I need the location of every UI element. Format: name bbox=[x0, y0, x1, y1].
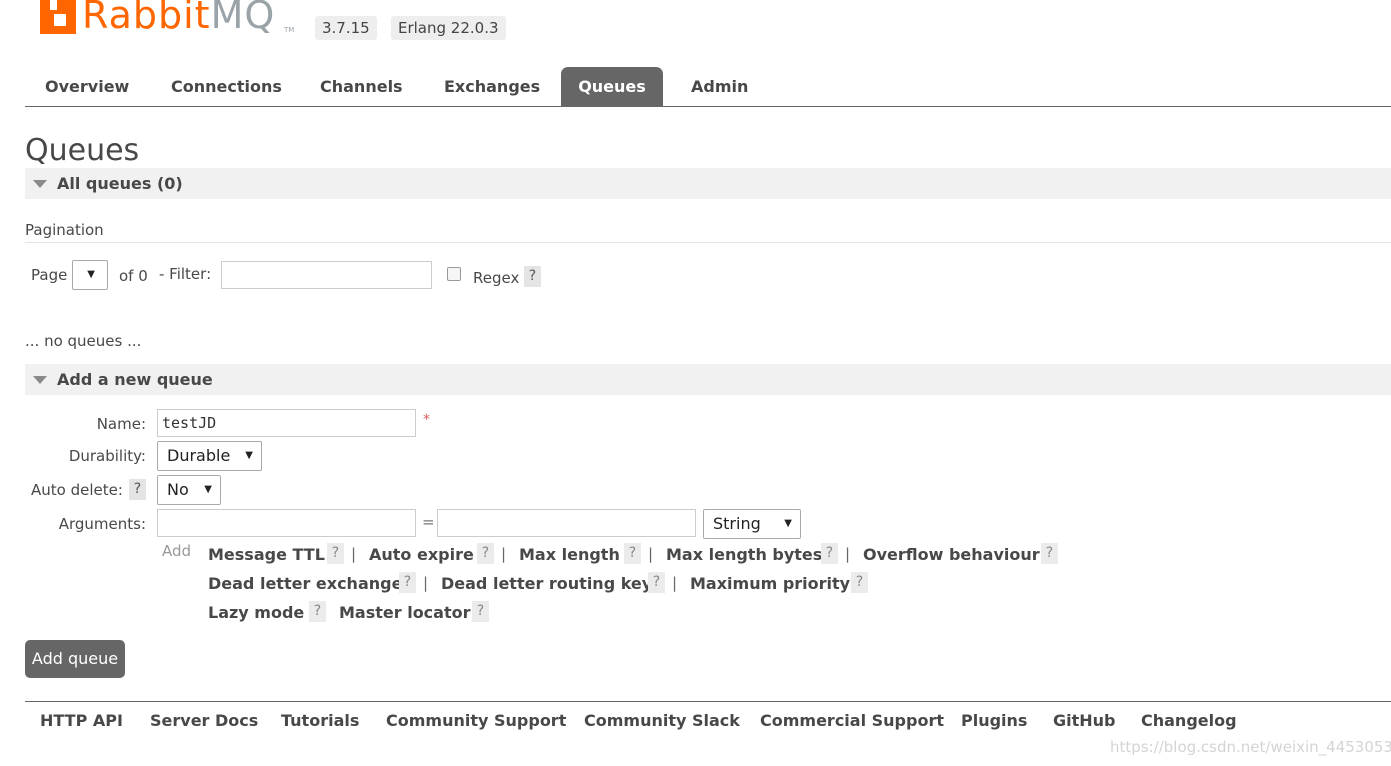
add-queue-heading: Add a new queue bbox=[57, 370, 213, 389]
separator: | bbox=[423, 574, 429, 592]
message-ttl-help-icon[interactable]: ? bbox=[327, 543, 344, 564]
auto-expire-help-icon[interactable]: ? bbox=[477, 543, 494, 564]
filter-input[interactable] bbox=[221, 261, 432, 289]
regex-help-icon[interactable]: ? bbox=[524, 266, 541, 287]
logo-text-rabbit: Rabbit bbox=[82, 0, 211, 37]
main-nav-tabs: Overview Connections Channels Exchanges … bbox=[25, 67, 1391, 107]
logo-text-mq: MQ bbox=[210, 0, 276, 37]
durability-label: Durability: bbox=[68, 447, 146, 465]
required-marker: * bbox=[423, 412, 430, 428]
tab-overview[interactable]: Overview bbox=[25, 67, 149, 106]
regex-checkbox[interactable] bbox=[447, 267, 461, 281]
footer-link-http-api[interactable]: HTTP API bbox=[40, 711, 123, 730]
maximum-priority-help-icon[interactable]: ? bbox=[851, 572, 868, 593]
max-length-bytes-help-icon[interactable]: ? bbox=[821, 543, 838, 564]
dead-letter-routing-key-help-icon[interactable]: ? bbox=[648, 572, 665, 593]
pagination-heading: Pagination bbox=[25, 221, 104, 239]
pagination-divider bbox=[25, 242, 1391, 243]
all-queues-heading: All queues (0) bbox=[57, 174, 183, 193]
footer-link-github[interactable]: GitHub bbox=[1053, 711, 1116, 730]
chevron-down-icon: ▼ bbox=[204, 484, 212, 495]
watermark-text: https://blog.csdn.net/weixin_44530530 bbox=[1110, 738, 1391, 756]
separator: | bbox=[845, 545, 851, 563]
collapse-triangle-icon bbox=[33, 180, 47, 188]
version-badge: 3.7.15 bbox=[315, 16, 377, 40]
max-length-help-icon[interactable]: ? bbox=[624, 543, 641, 564]
lazy-mode-help-icon[interactable]: ? bbox=[309, 601, 326, 622]
logo-trademark: TM bbox=[284, 26, 295, 34]
arg-dead-letter-routing-key[interactable]: Dead letter routing key bbox=[441, 574, 652, 593]
durability-value: Durable bbox=[167, 446, 231, 465]
separator: | bbox=[672, 574, 678, 592]
filter-label: - Filter: bbox=[159, 265, 212, 283]
footer-link-commercial-support[interactable]: Commercial Support bbox=[760, 711, 944, 730]
chevron-down-icon: ▼ bbox=[784, 518, 792, 529]
rabbitmq-logo-icon bbox=[40, 0, 76, 34]
add-queue-button[interactable]: Add queue bbox=[25, 640, 125, 678]
page-count-label: of 0 bbox=[119, 267, 148, 285]
all-queues-section-toggle[interactable]: All queues (0) bbox=[25, 168, 1391, 199]
regex-label: Regex bbox=[473, 269, 520, 287]
arg-message-ttl[interactable]: Message TTL bbox=[208, 545, 325, 564]
tab-channels[interactable]: Channels bbox=[300, 67, 423, 106]
footer-link-plugins[interactable]: Plugins bbox=[961, 711, 1027, 730]
logo-wordmark: RabbitMQ bbox=[82, 0, 275, 36]
auto-delete-select[interactable]: No ▼ bbox=[157, 475, 221, 505]
arg-auto-expire[interactable]: Auto expire bbox=[369, 545, 474, 564]
erlang-version-badge: Erlang 22.0.3 bbox=[391, 16, 506, 40]
tab-admin[interactable]: Admin bbox=[671, 67, 768, 106]
arguments-label: Arguments: bbox=[58, 515, 146, 533]
master-locator-help-icon[interactable]: ? bbox=[472, 601, 489, 622]
argument-value-input[interactable] bbox=[437, 509, 696, 537]
tab-connections[interactable]: Connections bbox=[151, 67, 302, 106]
footer-link-community-slack[interactable]: Community Slack bbox=[584, 711, 740, 730]
tab-exchanges[interactable]: Exchanges bbox=[424, 67, 560, 106]
tab-queues[interactable]: Queues bbox=[561, 67, 663, 106]
arg-maximum-priority[interactable]: Maximum priority bbox=[690, 574, 850, 593]
separator: | bbox=[501, 545, 507, 563]
arg-max-length[interactable]: Max length bbox=[519, 545, 620, 564]
separator: | bbox=[648, 545, 654, 563]
footer-link-changelog[interactable]: Changelog bbox=[1141, 711, 1237, 730]
page-label: Page bbox=[31, 266, 68, 284]
add-queue-section-toggle[interactable]: Add a new queue bbox=[25, 364, 1391, 395]
arg-master-locator[interactable]: Master locator bbox=[339, 603, 471, 622]
separator: | bbox=[351, 545, 357, 563]
footer-link-tutorials[interactable]: Tutorials bbox=[281, 711, 359, 730]
auto-delete-value: No bbox=[167, 480, 189, 499]
collapse-triangle-icon bbox=[33, 376, 47, 384]
auto-delete-help-icon[interactable]: ? bbox=[129, 479, 146, 500]
footer-link-community-support[interactable]: Community Support bbox=[386, 711, 566, 730]
no-queues-text: ... no queues ... bbox=[25, 332, 142, 350]
argument-key-input[interactable] bbox=[157, 509, 416, 537]
page-select[interactable]: ▼ bbox=[72, 260, 108, 290]
queue-name-input[interactable]: testJD bbox=[157, 409, 416, 437]
chevron-down-icon: ▼ bbox=[245, 450, 253, 461]
durability-select[interactable]: Durable ▼ bbox=[157, 441, 262, 471]
name-label: Name: bbox=[96, 415, 146, 433]
dead-letter-exchange-help-icon[interactable]: ? bbox=[399, 572, 416, 593]
argument-type-value: String bbox=[713, 514, 761, 533]
page-title: Queues bbox=[25, 133, 140, 168]
auto-delete-label: Auto delete: bbox=[31, 481, 123, 499]
arg-max-length-bytes[interactable]: Max length bytes bbox=[666, 545, 822, 564]
arg-overflow-behaviour[interactable]: Overflow behaviour bbox=[863, 545, 1040, 564]
equals-sign: = bbox=[422, 513, 435, 531]
add-argument-label: Add bbox=[162, 542, 192, 560]
argument-type-select[interactable]: String ▼ bbox=[703, 509, 801, 539]
footer-link-server-docs[interactable]: Server Docs bbox=[150, 711, 258, 730]
footer-divider bbox=[25, 701, 1391, 702]
overflow-behaviour-help-icon[interactable]: ? bbox=[1041, 543, 1058, 564]
rabbitmq-logo[interactable]: RabbitMQ TM bbox=[38, 0, 298, 38]
arg-lazy-mode[interactable]: Lazy mode bbox=[208, 603, 304, 622]
chevron-down-icon: ▼ bbox=[87, 269, 95, 280]
arg-dead-letter-exchange[interactable]: Dead letter exchange bbox=[208, 574, 402, 593]
